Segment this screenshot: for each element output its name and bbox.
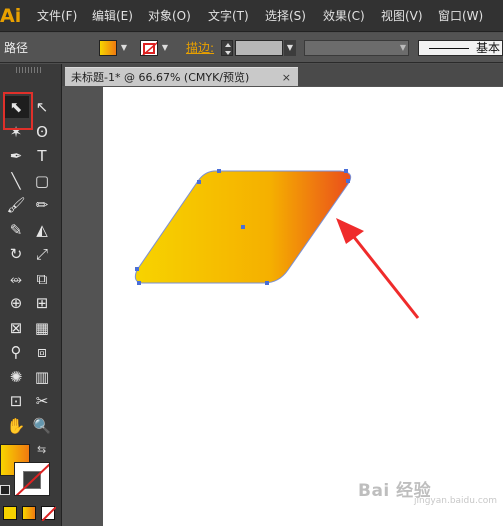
watermark: Bai 经验 jingyan.baidu.com xyxy=(358,476,498,506)
anchor-point[interactable] xyxy=(217,169,221,173)
anchor-point[interactable] xyxy=(265,281,269,285)
anchor-point[interactable] xyxy=(346,179,350,183)
anchor-point[interactable] xyxy=(344,169,348,173)
canvas-artwork xyxy=(134,169,420,319)
center-point[interactable] xyxy=(241,225,245,229)
anchor-point[interactable] xyxy=(137,281,141,285)
watermark-sub: jingyan.baidu.com xyxy=(414,496,498,506)
anchor-point[interactable] xyxy=(135,267,139,271)
red-arrow-annotation xyxy=(336,218,420,319)
anchor-point[interactable] xyxy=(197,180,201,184)
